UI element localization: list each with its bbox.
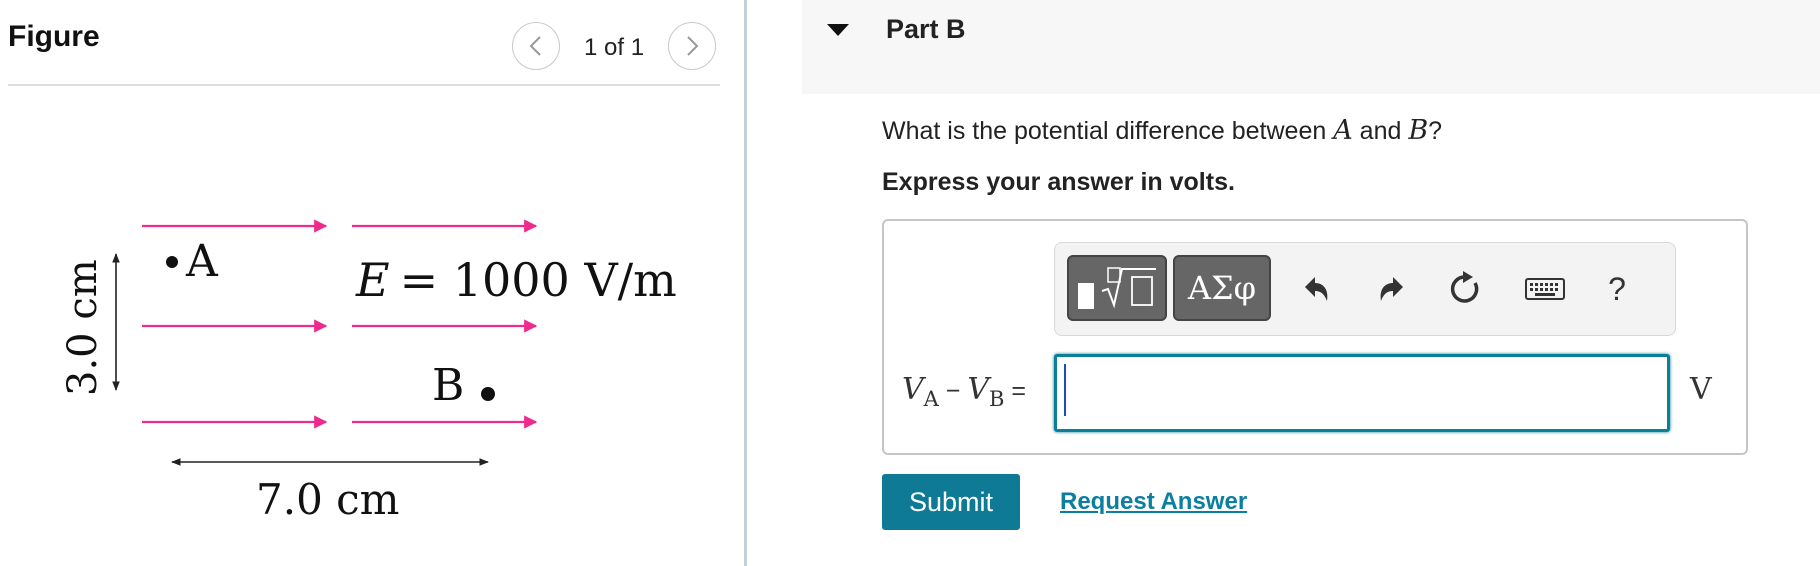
caret-down-icon[interactable] — [826, 22, 850, 38]
answer-minus: − — [938, 377, 968, 405]
question-prefix: What is the potential difference between — [882, 117, 1334, 145]
point-b-dot — [481, 387, 495, 401]
figure-divider — [8, 84, 720, 86]
answer-sub-a: A — [923, 387, 939, 411]
chevron-right-icon — [687, 36, 699, 56]
question-text: What is the potential difference between… — [882, 115, 1442, 146]
electric-field-diagram: A E = 1000 V/m B 3.0 cm 7.0 cm — [60, 219, 677, 524]
point-a-label: A — [185, 236, 219, 287]
part-title[interactable]: Part B — [886, 14, 966, 45]
undo-icon[interactable] — [1295, 267, 1339, 311]
answer-input[interactable] — [1054, 354, 1670, 432]
point-a-dot — [166, 256, 178, 268]
point-b-label: B — [432, 360, 464, 411]
pane-divider — [744, 0, 747, 566]
answer-sub-b: B — [989, 387, 1005, 411]
math-toolbar: ΑΣφ ? — [1054, 242, 1676, 336]
answer-instruction: Express your answer in volts. — [882, 168, 1235, 196]
figure-title: Figure — [8, 20, 100, 53]
figure-panel: Figure 1 of 1 A E = 1000 V/m B 3.0 cm 7.… — [0, 0, 744, 566]
variable-a: A — [1333, 115, 1353, 146]
height-label: 3.0 cm — [60, 259, 106, 396]
keyboard-icon[interactable] — [1523, 267, 1567, 311]
symbols-button[interactable]: ΑΣφ — [1173, 255, 1271, 321]
field-strength-label: E = 1000 V/m — [355, 253, 677, 307]
field-value: = 1000 V/m — [400, 253, 677, 307]
question-and: and — [1352, 117, 1409, 145]
answer-equals: = — [1004, 377, 1026, 405]
previous-figure-button[interactable] — [512, 22, 560, 70]
next-figure-button[interactable] — [668, 22, 716, 70]
reset-icon[interactable] — [1443, 267, 1487, 311]
redo-icon[interactable] — [1369, 267, 1413, 311]
text-cursor — [1064, 364, 1066, 416]
chevron-left-icon — [529, 36, 541, 56]
field-variable: E — [355, 253, 390, 307]
request-answer-link[interactable]: Request Answer — [1060, 488, 1247, 516]
answer-var-v: V — [902, 372, 924, 407]
submit-button[interactable]: Submit — [882, 474, 1020, 530]
width-label: 7.0 cm — [256, 475, 400, 524]
variable-b: B — [1408, 115, 1429, 146]
templates-button[interactable] — [1067, 255, 1167, 321]
unit-label: V — [1690, 372, 1712, 407]
answer-label: VA − VB = — [902, 372, 1026, 411]
question-end: ? — [1428, 117, 1443, 145]
templates-sqrt-icon — [1078, 267, 1156, 309]
answer-var-v-2: V — [967, 372, 990, 407]
page-indicator: 1 of 1 — [584, 34, 645, 61]
help-icon[interactable]: ? — [1595, 267, 1639, 311]
